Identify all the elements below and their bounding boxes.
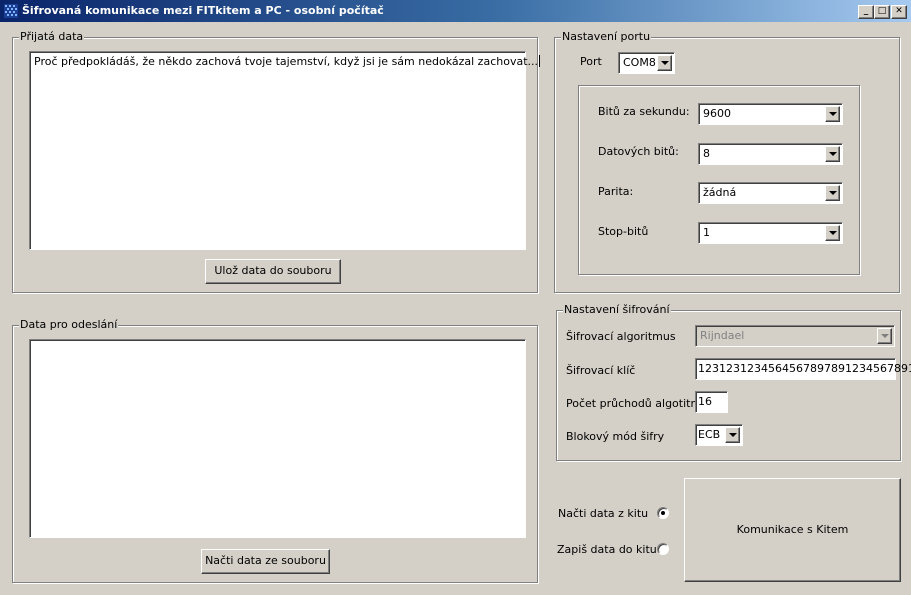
- window-title: Šifrovaná komunikace mezi FITkitem a PC …: [22, 4, 384, 17]
- block-mode-value: ECB: [698, 428, 721, 441]
- algorithm-label: Šifrovací algoritmus: [566, 330, 676, 343]
- stopbits-value: 1: [703, 226, 710, 239]
- chevron-down-icon[interactable]: [725, 427, 740, 443]
- mode-label: Blokový mód šifry: [566, 430, 665, 443]
- write-to-kit-radio[interactable]: [657, 543, 669, 555]
- algorithm-value: Rijndael: [700, 329, 745, 342]
- read-from-kit-radio[interactable]: [657, 507, 669, 519]
- port-parameters-panel: Bitů za sekundu: 9600 Datových bitů: 8 P…: [578, 85, 860, 275]
- baud-value: 9600: [703, 107, 731, 120]
- block-mode-select[interactable]: ECB: [695, 424, 743, 446]
- close-button[interactable]: ✕: [891, 5, 907, 19]
- key-value: 1231231234564567897891234567891​2: [698, 362, 911, 375]
- chevron-down-icon[interactable]: [825, 185, 840, 201]
- passes-value: 16: [698, 395, 712, 408]
- communicate-with-kit-button[interactable]: Komunikace s Kitem: [684, 478, 901, 582]
- read-from-kit-label: Načti data z kitu: [558, 507, 649, 520]
- port-settings-legend: Nastavení portu: [561, 30, 652, 44]
- passes-input[interactable]: 16: [695, 391, 728, 413]
- stopbits-label: Stop-bitů: [598, 225, 649, 238]
- key-input[interactable]: 1231231234564567897891234567891​2: [695, 358, 911, 380]
- stopbits-select[interactable]: 1: [698, 222, 843, 244]
- load-data-button[interactable]: Načti data ze souboru: [201, 549, 330, 574]
- passes-label: Počet průchodů algotitmu: [566, 397, 709, 410]
- databits-label: Datových bitů:: [598, 145, 679, 158]
- baud-label: Bitů za sekundu:: [598, 105, 690, 118]
- baud-select[interactable]: 9600: [698, 103, 843, 125]
- minimize-button[interactable]: _: [858, 5, 874, 19]
- encryption-settings-group: Nastavení šifrování Šifrovací algoritmus…: [556, 303, 911, 461]
- port-value: COM8: [623, 56, 656, 69]
- key-label: Šifrovací klíč: [566, 364, 636, 377]
- received-data-text: Proč předpokládáš, že někdo zachová tvoj…: [34, 55, 541, 68]
- send-data-group: Data pro odeslání Načti data ze souboru: [12, 318, 538, 583]
- chevron-down-icon[interactable]: [825, 146, 840, 162]
- app-icon: [4, 4, 18, 18]
- parity-value: žádná: [703, 186, 737, 199]
- radio-selected-dot: [661, 511, 665, 515]
- received-data-legend: Přijatá data: [19, 30, 85, 44]
- port-select[interactable]: COM8: [618, 52, 675, 74]
- algorithm-select[interactable]: Rijndael: [695, 325, 895, 347]
- databits-select[interactable]: 8: [698, 143, 843, 165]
- write-to-kit-label: Zapiš data do kitu: [557, 543, 657, 556]
- chevron-down-icon[interactable]: [877, 328, 892, 344]
- parity-select[interactable]: žádná: [698, 182, 843, 204]
- text-caret: [539, 55, 541, 67]
- received-data-group: Přijatá data Proč předpokládáš, že někdo…: [12, 30, 541, 293]
- maximize-button[interactable]: □: [874, 5, 890, 19]
- port-settings-group: Nastavení portu Port COM8 Bitů za sekund…: [554, 30, 900, 293]
- send-data-legend: Data pro odeslání: [19, 318, 119, 332]
- chevron-down-icon[interactable]: [825, 225, 840, 241]
- save-data-button[interactable]: Ulož data do souboru: [205, 259, 341, 284]
- received-data-textarea[interactable]: Proč předpokládáš, že někdo zachová tvoj…: [29, 51, 541, 250]
- title-bar[interactable]: Šifrovaná komunikace mezi FITkitem a PC …: [0, 0, 911, 22]
- chevron-down-icon[interactable]: [657, 55, 672, 71]
- received-text-content: Proč předpokládáš, že někdo zachová tvoj…: [34, 55, 539, 68]
- port-label: Port: [580, 55, 602, 68]
- parity-label: Parita:: [598, 185, 634, 198]
- chevron-down-icon[interactable]: [825, 106, 840, 122]
- databits-value: 8: [703, 147, 710, 160]
- encryption-settings-legend: Nastavení šifrování: [563, 303, 671, 317]
- send-data-textarea[interactable]: [29, 339, 526, 538]
